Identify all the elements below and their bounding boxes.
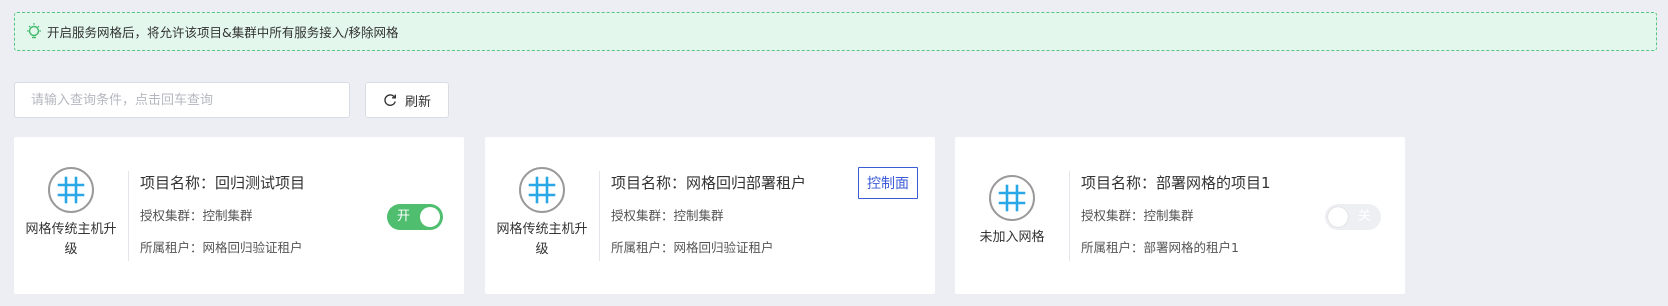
card-divider bbox=[599, 171, 600, 261]
mesh-state: 未加入网格 bbox=[955, 137, 1069, 294]
refresh-button[interactable]: 刷新 bbox=[365, 82, 449, 118]
owning-tenant: 所属租户：网格回归验证租户 bbox=[140, 240, 303, 255]
authorized-cluster: 授权集群：控制集群 bbox=[140, 208, 253, 223]
project-card: 网格传统主机升级 项目名称：网格回归部署租户 授权集群：控制集群 所属租户：网格… bbox=[485, 137, 935, 294]
project-card: 未加入网格 项目名称：部署网格的项目1 授权集群：控制集群 所属租户：部署网格的… bbox=[955, 137, 1405, 294]
owning-tenant: 所属租户：部署网格的租户1 bbox=[1081, 240, 1239, 255]
search-box[interactable] bbox=[14, 82, 350, 118]
mesh-state: 网格传统主机升级 bbox=[485, 137, 599, 294]
mesh-state-label: 网格传统主机升级 bbox=[496, 222, 588, 257]
project-card: 网格传统主机升级 项目名称：回归测试项目 授权集群：控制集群 所属租户：网格回归… bbox=[14, 137, 464, 294]
authorized-cluster: 授权集群：控制集群 bbox=[611, 208, 724, 223]
toggle-label: 关 bbox=[1357, 209, 1371, 224]
mesh-grid-icon bbox=[519, 167, 565, 213]
card-divider bbox=[1069, 171, 1070, 261]
refresh-icon bbox=[384, 94, 396, 106]
mesh-state-label: 网格传统主机升级 bbox=[25, 222, 117, 257]
mesh-state: 网格传统主机升级 bbox=[14, 137, 128, 294]
mesh-toggle[interactable]: 关 bbox=[1325, 204, 1381, 230]
mesh-notice-banner: 开启服务网格后，将允许该项目&集群中所有服务接入/移除网格 bbox=[14, 12, 1657, 51]
owning-tenant: 所属租户：网格回归验证租户 bbox=[611, 240, 774, 255]
project-name: 项目名称：回归测试项目 bbox=[140, 174, 306, 192]
notice-text: 开启服务网格后，将允许该项目&集群中所有服务接入/移除网格 bbox=[47, 25, 399, 40]
refresh-label: 刷新 bbox=[404, 94, 431, 110]
toggle-label: 开 bbox=[397, 209, 411, 224]
mesh-state-label: 未加入网格 bbox=[979, 230, 1045, 245]
project-name: 项目名称：部署网格的项目1 bbox=[1081, 174, 1271, 192]
mesh-toggle[interactable]: 开 bbox=[387, 204, 443, 230]
control-plane-badge: 控制面 bbox=[858, 167, 918, 199]
search-input[interactable] bbox=[31, 83, 349, 117]
project-name: 项目名称：网格回归部署租户 bbox=[611, 174, 807, 192]
authorized-cluster: 授权集群：控制集群 bbox=[1081, 208, 1194, 223]
mesh-grid-icon bbox=[48, 167, 94, 213]
card-divider bbox=[128, 171, 129, 261]
toggle-knob bbox=[420, 207, 440, 227]
lightbulb-icon bbox=[27, 22, 41, 38]
toggle-knob bbox=[1328, 207, 1348, 227]
mesh-grid-icon bbox=[989, 175, 1035, 221]
